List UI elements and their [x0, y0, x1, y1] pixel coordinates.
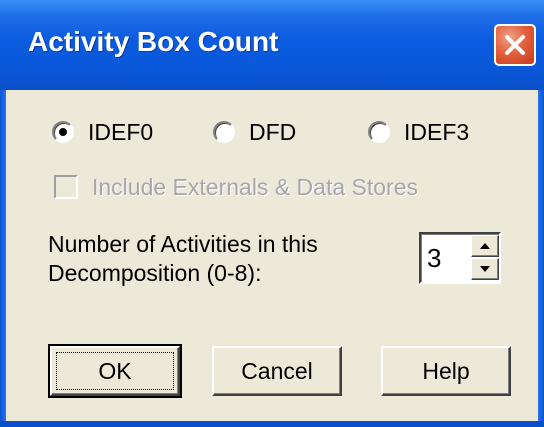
- activities-count-label: Number of Activities in this Decompositi…: [48, 230, 388, 288]
- include-externals-checkbox[interactable]: [54, 175, 78, 199]
- radio-selected-dot: [59, 128, 67, 136]
- radio-idef3-circle[interactable]: [368, 121, 390, 143]
- radio-idef0-circle[interactable]: [52, 121, 74, 143]
- dialog-body: IDEF0 DFD IDEF3 Include Externals & Data…: [6, 90, 538, 421]
- radio-idef3-label: IDEF3: [404, 118, 470, 145]
- dialog-window: Activity Box Count IDEF0 DFD IDEF3 Inclu…: [0, 0, 544, 427]
- help-button-label: Help: [422, 357, 470, 384]
- window-bottom-border: [0, 421, 544, 427]
- window-title: Activity Box Count: [28, 26, 279, 57]
- radio-dfd-label: DFD: [249, 118, 297, 145]
- cancel-button-label: Cancel: [241, 357, 313, 384]
- include-externals-option[interactable]: Include Externals & Data Stores: [54, 170, 418, 204]
- radio-idef0[interactable]: IDEF0: [52, 117, 153, 147]
- ok-button[interactable]: OK: [48, 344, 182, 398]
- spin-down-button[interactable]: [471, 258, 499, 280]
- close-icon: [505, 35, 525, 55]
- activities-count-spinner[interactable]: 3: [419, 232, 501, 284]
- include-externals-label: Include Externals & Data Stores: [92, 173, 418, 200]
- radio-dfd[interactable]: DFD: [213, 117, 296, 147]
- radio-idef3[interactable]: IDEF3: [368, 117, 469, 147]
- title-bar[interactable]: Activity Box Count: [0, 0, 544, 90]
- radio-idef0-label: IDEF0: [88, 118, 154, 145]
- focus-rectangle: [56, 352, 174, 390]
- activities-label-line1: Number of Activities in this: [48, 231, 318, 257]
- arrow-up-icon: [480, 243, 490, 249]
- activities-count-input[interactable]: 3: [427, 243, 441, 274]
- arrow-down-icon: [480, 266, 490, 272]
- help-button[interactable]: Help: [381, 346, 511, 396]
- spin-up-button[interactable]: [471, 235, 499, 257]
- activities-label-line2: Decomposition (0-8):: [48, 260, 262, 286]
- cancel-button[interactable]: Cancel: [212, 346, 342, 396]
- close-button[interactable]: [494, 24, 536, 66]
- radio-dfd-circle[interactable]: [213, 121, 235, 143]
